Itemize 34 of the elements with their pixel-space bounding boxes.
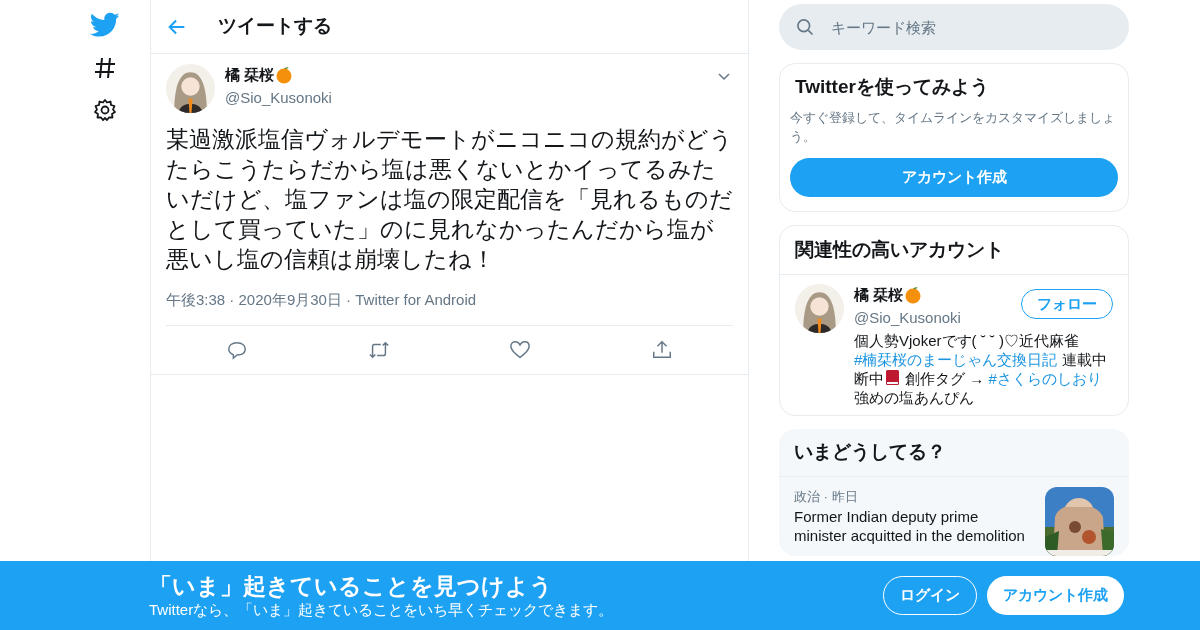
hashtag-icon[interactable]: [93, 56, 117, 80]
book-icon: [884, 369, 901, 386]
signup-button[interactable]: アカウント作成: [987, 576, 1124, 615]
search-field[interactable]: キーワード検索: [779, 4, 1129, 50]
banner-title: 「いま」起きていることを見つけよう: [149, 572, 554, 600]
banner-subtitle: Twitterなら、「いま」起きていることをいち早くチェックできます。: [149, 600, 615, 619]
hashtag-link[interactable]: #楠栞桜のまーじゃん交換日記: [854, 351, 1058, 368]
avatar: [166, 64, 215, 113]
author-handle: @Sio_Kusonoki: [225, 87, 333, 108]
account-handle: @Sio_Kusonoki: [854, 307, 961, 328]
signup-button[interactable]: アカウント作成: [790, 157, 1118, 197]
trend-meta: 政治 · 昨日: [794, 487, 859, 506]
author-name: 橘 栞桜: [225, 65, 275, 85]
card-text: 今すぐ登録して、タイムラインをカスタマイズしましょう。: [790, 108, 1116, 146]
reply-icon[interactable]: [225, 339, 248, 361]
hashtag-link[interactable]: #さくらのしおり: [988, 370, 1102, 387]
avatar: [795, 284, 844, 333]
share-icon[interactable]: [651, 339, 674, 361]
tweet-text: 某過激派塩信ヴォルデモートがニコニコの規約がどうたらこうたらだから塩は悪くないとかイってるみたいだけど、塩ファンは塩の限定配信を「見れるものだとして買っていた」のに見れなかったんだから塩が悪いし塩の信頼は崩壊したね！: [166, 126, 734, 274]
settings-icon[interactable]: [93, 98, 117, 122]
search-icon: [795, 17, 815, 37]
heart-icon[interactable]: [509, 339, 532, 361]
citrus-icon: [904, 286, 923, 305]
page-title: ツイートする: [218, 14, 332, 39]
citrus-icon: [275, 66, 294, 85]
retweet-icon[interactable]: [367, 339, 390, 361]
account-bio: 個人勢Vjokerです( ˘ ˘ )♡近代麻雀 #楠栞桜のまーじゃん交換日記 連載中断中 創作タグ → #さくらのしおり 強めの塩あんぴん: [854, 331, 1108, 407]
tweet-meta: 午後3:38 · 2020年9月30日 · Twitter for Android: [166, 291, 477, 308]
bird-logo-icon[interactable]: [90, 12, 120, 38]
trend-headline[interactable]: Former Indian deputy prime minister acquitted in the demolition: [794, 507, 1030, 545]
card-title: いまどうしてる？: [779, 429, 1129, 477]
account-name: 橘 栞桜: [854, 285, 904, 305]
card-title: 関連性の高いアカウント: [780, 225, 1128, 275]
card-title: Twitterを使ってみよう: [794, 75, 990, 99]
